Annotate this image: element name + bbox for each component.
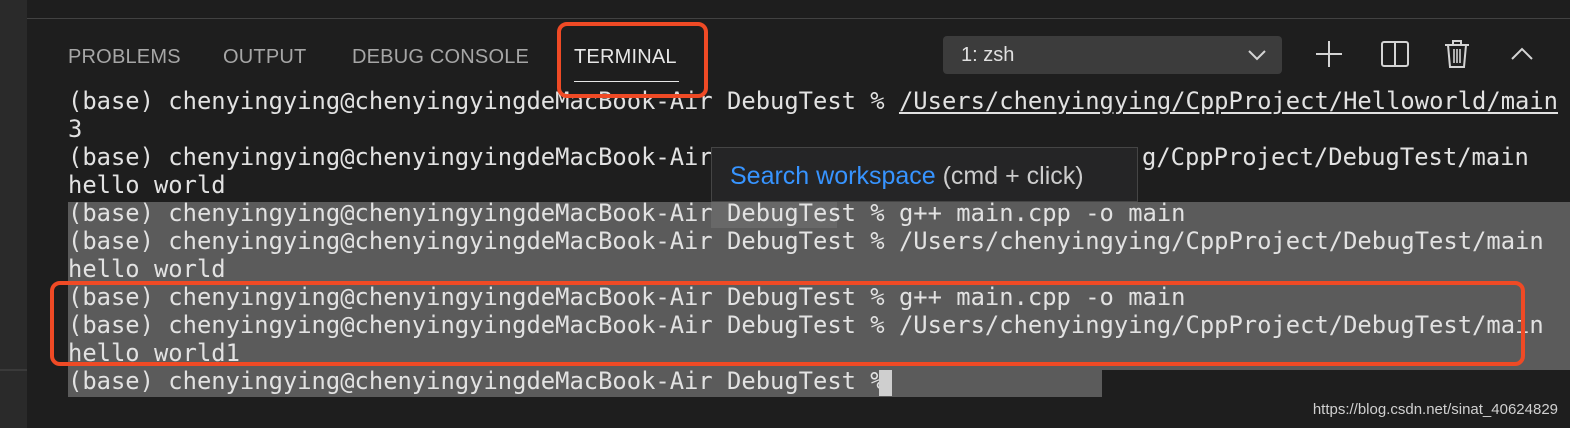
annotation-box-output (50, 281, 1525, 366)
terminal-line: hello world (68, 255, 226, 283)
terminal-prompt: (base) chenyingying@chenyingyingdeMacBoo… (68, 143, 728, 171)
terminal-line: hello world (68, 171, 226, 199)
terminal-line: (base) chenyingying@chenyingyingdeMacBoo… (68, 143, 1529, 171)
terminal-path-link[interactable]: /Users/chenyingying/CppProject/Helloworl… (899, 87, 1558, 115)
plus-icon[interactable] (1313, 38, 1345, 70)
tab-problems[interactable]: PROBLEMS (68, 46, 181, 68)
annotation-box-terminal-tab (557, 22, 708, 98)
terminal-select-dropdown[interactable]: 1: zsh (943, 36, 1282, 74)
terminal-line: (base) chenyingying@chenyingyingdeMacBoo… (68, 87, 1558, 115)
hover-tooltip: Search workspace (cmd + click) (711, 147, 1138, 202)
activity-bar-strip (0, 0, 27, 428)
trash-icon[interactable] (1441, 38, 1473, 70)
tooltip-text: Search workspace (cmd + click) (730, 162, 1084, 190)
split-terminal-icon[interactable] (1379, 38, 1411, 70)
terminal-line[interactable]: (base) chenyingying@chenyingyingdeMacBoo… (68, 367, 899, 395)
tab-output[interactable]: OUTPUT (223, 46, 306, 68)
tab-debug-console[interactable]: DEBUG CONSOLE (352, 46, 529, 68)
search-workspace-link[interactable]: Search workspace (730, 162, 936, 190)
terminal-line: (base) chenyingying@chenyingyingdeMacBoo… (68, 199, 1186, 227)
terminal-line: 3 (68, 115, 83, 143)
terminal-cursor (879, 370, 892, 396)
tooltip-hint: (cmd + click) (935, 162, 1084, 190)
terminal-command: g/CppProject/DebugTest/main (1142, 143, 1529, 171)
chevron-up-icon[interactable] (1506, 38, 1538, 70)
activity-bar-divider (0, 369, 27, 371)
terminal-line: (base) chenyingying@chenyingyingdeMacBoo… (68, 227, 1544, 255)
chevron-down-icon (1248, 50, 1266, 61)
terminal-select-value: 1: zsh (961, 44, 1015, 66)
terminal-prompt: (base) chenyingying@chenyingyingdeMacBoo… (68, 87, 899, 115)
watermark: https://blog.csdn.net/sinat_40624829 (1312, 401, 1558, 418)
